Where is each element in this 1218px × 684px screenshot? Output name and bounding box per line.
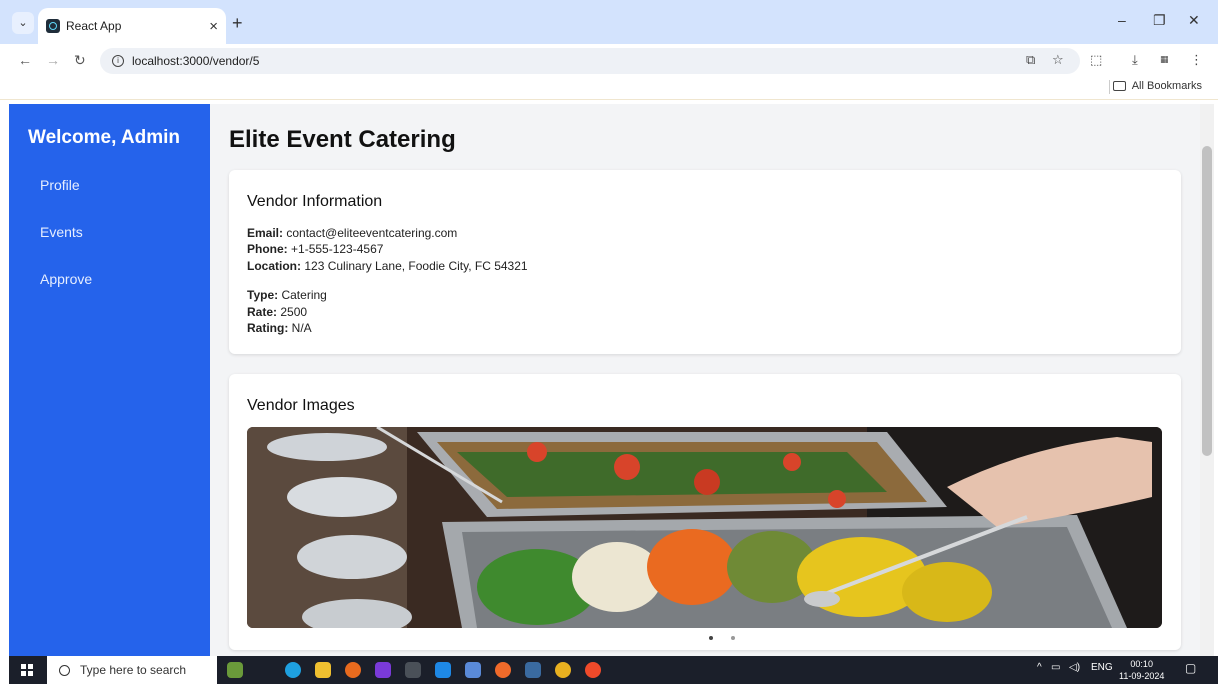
sidebar-item-events[interactable]: Events: [40, 224, 83, 240]
page-scrollbar[interactable]: [1200, 104, 1214, 656]
menu-kebab-icon[interactable]: ⋮: [1190, 52, 1203, 68]
address-bar[interactable]: i localhost:3000/vendor/5: [100, 48, 1080, 74]
vendor-info-card: Vendor Information Email: contact@elitee…: [229, 170, 1181, 354]
main-content: Elite Event Catering Vendor Information …: [210, 104, 1200, 656]
download-icon[interactable]: ⤓: [1132, 52, 1138, 68]
browser-toolbar: ← → ↻ i localhost:3000/vendor/5 ⧉ ☆ ⬚ ⤓ …: [0, 44, 1218, 76]
volume-icon[interactable]: ◁): [1069, 662, 1080, 673]
install-app-icon[interactable]: ⧉: [1026, 52, 1035, 68]
tray-chevron-icon[interactable]: ^: [1037, 662, 1042, 673]
brave-icon[interactable]: [585, 662, 601, 678]
page-title: Elite Event Catering: [229, 126, 456, 153]
bookmark-star-icon[interactable]: ☆: [1052, 52, 1064, 68]
phone-label: Phone:: [247, 242, 288, 256]
windows-taskbar: Type here to search ^ ▭ ◁) ENG 00:10 11-…: [9, 656, 1218, 684]
location-row: Location: 123 Culinary Lane, Foodie City…: [247, 259, 528, 273]
notifications-icon[interactable]: ▢: [1185, 661, 1196, 675]
react-favicon-icon: [46, 19, 60, 33]
all-bookmarks-button[interactable]: All Bookmarks: [1112, 80, 1202, 92]
taskbar-clock[interactable]: 00:10 11-09-2024: [1119, 658, 1164, 682]
taskbar-search-placeholder: Type here to search: [80, 663, 187, 677]
email-row: Email: contact@eliteeventcatering.com: [247, 226, 457, 240]
carousel-dot-1[interactable]: [709, 636, 713, 640]
tab-title: React App: [66, 19, 122, 33]
postman-icon[interactable]: [495, 662, 511, 678]
vendor-image-carousel[interactable]: [247, 427, 1162, 628]
file-explorer-icon[interactable]: [315, 662, 331, 678]
notes-app-icon[interactable]: [375, 662, 391, 678]
profile-icon[interactable]: ▦: [1160, 54, 1169, 65]
carousel-dot-2[interactable]: [731, 636, 735, 640]
phone-value: +1-555-123-4567: [291, 242, 384, 256]
type-row: Type: Catering: [247, 288, 327, 302]
firefox-icon[interactable]: [345, 662, 361, 678]
tab-close-icon[interactable]: ×: [209, 18, 218, 35]
terminal-icon[interactable]: [405, 662, 421, 678]
all-bookmarks-label: All Bookmarks: [1131, 80, 1202, 92]
tab-search-icon[interactable]: ⌄: [12, 12, 34, 34]
email-value: contact@eliteeventcatering.com: [286, 226, 458, 240]
rating-row: Rating: N/A: [247, 321, 312, 335]
taskbar-search[interactable]: Type here to search: [47, 656, 217, 684]
phone-row: Phone: +1-555-123-4567: [247, 242, 383, 256]
sidebar-item-approve[interactable]: Approve: [40, 271, 92, 287]
carousel-dots: [709, 636, 735, 640]
url-text: localhost:3000/vendor/5: [132, 54, 260, 68]
rate-row: Rate: 2500: [247, 305, 307, 319]
bookmarks-bar: All Bookmarks: [0, 76, 1218, 100]
forward-icon[interactable]: →: [46, 52, 60, 68]
reload-icon[interactable]: ↻: [74, 52, 86, 69]
rating-label: Rating:: [247, 321, 289, 335]
folder-icon: [1112, 81, 1126, 91]
type-value: Catering: [281, 288, 327, 302]
sidebar: Welcome, Admin Profile Events Approve: [9, 104, 210, 656]
vendor-info-heading: Vendor Information: [247, 193, 383, 210]
rate-value: 2500: [280, 305, 308, 319]
new-tab-icon[interactable]: +: [232, 13, 243, 34]
catering-food-image: [247, 427, 1162, 628]
chrome-icon[interactable]: [555, 662, 571, 678]
frankenstein-app-icon[interactable]: [227, 662, 243, 678]
location-label: Location:: [247, 259, 301, 273]
window-close-icon[interactable]: ✕: [1188, 12, 1200, 29]
clock-date: 11-09-2024: [1119, 671, 1165, 681]
edge-icon[interactable]: [285, 662, 301, 678]
type-label: Type:: [247, 288, 279, 302]
location-value: 123 Culinary Lane, Foodie City, FC 54321: [304, 259, 528, 273]
welcome-heading: Welcome, Admin: [28, 127, 181, 148]
extensions-icon[interactable]: ⬚: [1090, 52, 1102, 68]
rate-label: Rate:: [247, 305, 278, 319]
sidebar-item-profile[interactable]: Profile: [40, 177, 80, 193]
bookmarks-separator: [1109, 80, 1110, 94]
network-icon[interactable]: ▭: [1051, 662, 1060, 673]
tool-app-icon[interactable]: [465, 662, 481, 678]
restore-icon[interactable]: ❐: [1153, 12, 1166, 29]
back-icon[interactable]: ←: [18, 52, 32, 68]
language-indicator[interactable]: ENG: [1091, 662, 1113, 673]
vendor-images-card: Vendor Images: [229, 374, 1181, 650]
browser-tab-strip: ⌄ React App × + – ❐ ✕: [0, 0, 1218, 44]
windows-start-icon[interactable]: [21, 664, 33, 676]
site-info-icon[interactable]: i: [112, 55, 124, 67]
minimize-icon[interactable]: –: [1118, 12, 1126, 28]
rating-value: N/A: [291, 321, 312, 335]
vscode-icon[interactable]: [435, 662, 451, 678]
email-label: Email:: [247, 226, 284, 240]
search-icon: [59, 664, 70, 676]
scrollbar-thumb[interactable]: [1202, 146, 1212, 456]
vendor-images-heading: Vendor Images: [247, 397, 355, 414]
browser-tab[interactable]: React App ×: [38, 8, 226, 44]
editor-app-icon[interactable]: [525, 662, 541, 678]
clock-time: 00:10: [1130, 659, 1153, 669]
